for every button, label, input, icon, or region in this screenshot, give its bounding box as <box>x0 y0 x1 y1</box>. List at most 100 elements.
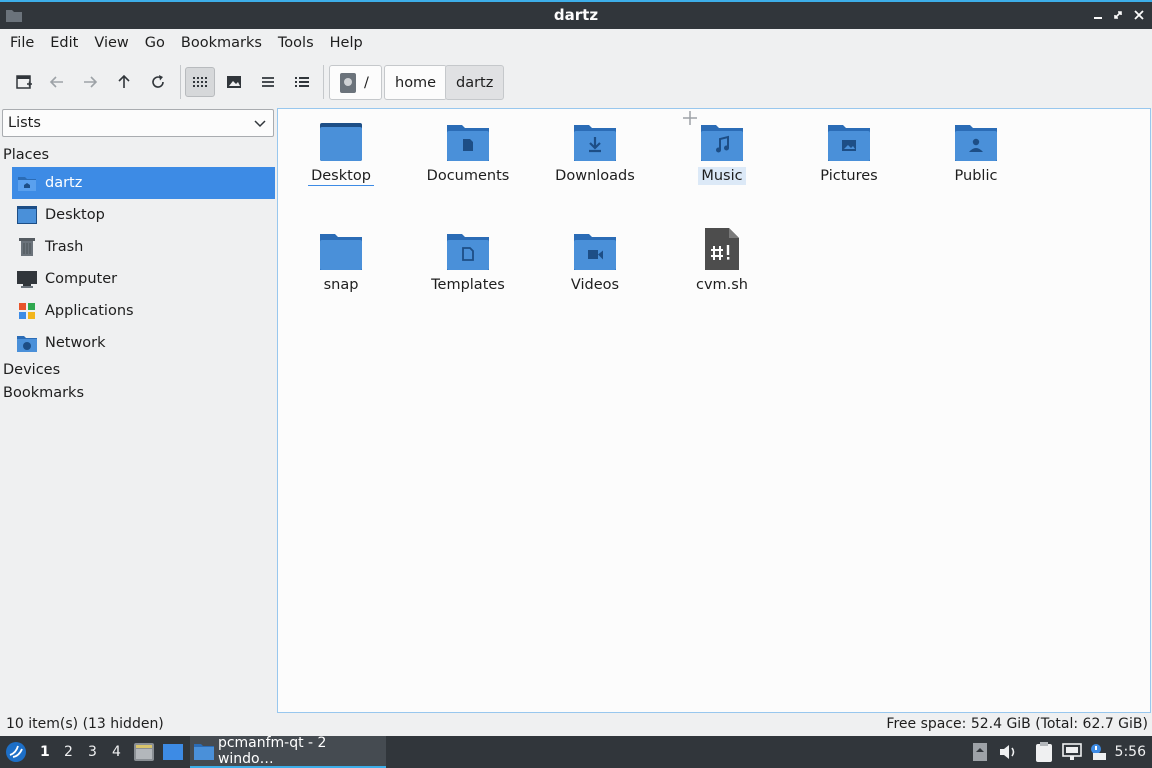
toolbar: / home dartz <box>0 57 1152 107</box>
menu-bookmarks[interactable]: Bookmarks <box>173 35 270 51</box>
menu-view[interactable]: View <box>86 35 136 51</box>
sidebar-item-dartz[interactable]: dartz <box>12 167 275 199</box>
file-item-desktop[interactable]: Desktop <box>291 109 391 189</box>
workspace-3[interactable]: 3 <box>88 744 97 760</box>
sidebar-item-trash[interactable]: Trash <box>12 231 275 263</box>
folder-downloads-icon <box>573 117 617 161</box>
file-item-snap[interactable]: snap <box>291 218 391 298</box>
breadcrumb-root[interactable]: / <box>329 65 382 100</box>
sidebar-item-network[interactable]: Network <box>12 327 275 359</box>
status-bar: 10 item(s) (13 hidden) Free space: 52.4 … <box>0 714 1152 736</box>
file-view[interactable]: Desktop Documents Downloads Music Pictur… <box>277 108 1151 713</box>
home-folder-icon <box>16 172 38 194</box>
file-item-music[interactable]: Music <box>672 109 772 189</box>
window-titlebar[interactable]: dartz <box>0 0 1152 29</box>
new-tab-button[interactable] <box>9 67 39 97</box>
taskbar: 1 2 3 4 pcmanfm-qt - 2 windo… 5:56 <box>0 735 1152 768</box>
places-header[interactable]: Places <box>3 147 49 163</box>
tray-volume[interactable] <box>998 742 1018 762</box>
file-item-videos[interactable]: Videos <box>545 218 645 298</box>
reload-button[interactable] <box>143 67 173 97</box>
breadcrumb-home[interactable]: home <box>384 65 448 100</box>
desktop-icon <box>16 204 38 226</box>
file-item-pictures[interactable]: Pictures <box>799 109 899 189</box>
window-title: dartz <box>553 6 599 24</box>
thumbnail-view-button[interactable] <box>219 67 249 97</box>
file-name: Music <box>698 167 746 185</box>
file-item-templates[interactable]: Templates <box>418 218 518 298</box>
sidebar-item-computer[interactable]: Computer <box>12 263 275 295</box>
list-view-icon <box>262 77 274 87</box>
image-view-icon <box>227 76 241 88</box>
toolbar-separator <box>323 65 324 99</box>
breadcrumb-dartz[interactable]: dartz <box>445 65 505 100</box>
menu-tools[interactable]: Tools <box>270 35 322 51</box>
devices-header[interactable]: Devices <box>3 362 60 378</box>
folder-public-icon <box>954 117 998 161</box>
file-name: Desktop <box>308 167 374 186</box>
drive-icon <box>340 72 356 93</box>
close-icon[interactable] <box>1131 7 1147 23</box>
workspace-1[interactable]: 1 <box>40 744 50 760</box>
detailed-view-button[interactable] <box>287 67 317 97</box>
workspace-2[interactable]: 2 <box>64 744 73 760</box>
tray-notification[interactable] <box>1088 742 1108 762</box>
arrow-up-icon <box>118 74 130 88</box>
file-item-downloads[interactable]: Downloads <box>545 109 645 189</box>
workspace-4[interactable]: 4 <box>112 744 121 760</box>
file-item-public[interactable]: Public <box>926 109 1026 189</box>
sidebar-item-label: Applications <box>45 303 134 319</box>
menu-go[interactable]: Go <box>137 35 173 51</box>
network-icon <box>16 332 38 354</box>
folder-pictures-icon <box>827 117 871 161</box>
back-button[interactable] <box>42 67 72 97</box>
taskbar-task-pcmanfm[interactable]: pcmanfm-qt - 2 windo… <box>190 735 386 768</box>
status-free-space: Free space: 52.4 GiB (Total: 62.7 GiB) <box>886 716 1148 732</box>
compact-view-button[interactable] <box>253 67 283 97</box>
icon-view-button[interactable] <box>185 67 215 97</box>
up-button[interactable] <box>109 67 139 97</box>
tray-clipboard[interactable] <box>1034 742 1054 762</box>
tray-network[interactable] <box>1062 742 1082 762</box>
file-name: Downloads <box>555 168 635 184</box>
forward-button[interactable] <box>75 67 105 97</box>
folder-icon <box>194 744 214 760</box>
file-item-cvm-sh[interactable]: cvm.sh <box>672 218 772 298</box>
menu-edit[interactable]: Edit <box>42 35 86 51</box>
folder-documents-icon <box>446 117 490 161</box>
menu-file[interactable]: File <box>2 35 42 51</box>
tray-storage[interactable] <box>970 742 990 762</box>
minimize-icon[interactable] <box>1090 7 1106 23</box>
trash-icon <box>16 236 38 258</box>
folder-music-icon <box>700 117 744 161</box>
folder-desktop-icon <box>319 117 363 161</box>
taskbar-clock[interactable]: 5:56 <box>1115 744 1146 760</box>
network-wired-icon <box>1062 743 1082 760</box>
computer-icon <box>16 268 38 290</box>
removable-media-icon <box>973 743 987 761</box>
sidebar-item-label: dartz <box>45 175 83 191</box>
status-item-count: 10 item(s) (13 hidden) <box>6 716 164 732</box>
sidebar-item-applications[interactable]: Applications <box>12 295 275 327</box>
menu-help[interactable]: Help <box>322 35 371 51</box>
quicklaunch-desktop[interactable] <box>163 742 183 762</box>
file-manager-icon <box>134 743 154 761</box>
file-item-documents[interactable]: Documents <box>418 109 518 189</box>
folder-videos-icon <box>573 226 617 270</box>
sidebar-item-desktop[interactable]: Desktop <box>12 199 275 231</box>
side-pane-mode-value: Lists <box>8 115 41 131</box>
file-name: Templates <box>431 277 505 293</box>
maximize-icon[interactable] <box>1110 7 1126 23</box>
grid-view-icon <box>193 77 207 87</box>
sidebar-item-label: Network <box>45 335 106 351</box>
file-name: Pictures <box>820 168 878 184</box>
applications-icon <box>16 300 38 322</box>
file-name: Public <box>954 168 998 184</box>
side-pane: Lists Places dartz Desktop Trash Compute… <box>0 107 276 714</box>
folder-templates-icon <box>446 226 490 270</box>
quicklaunch-files[interactable] <box>134 742 154 762</box>
start-menu-button[interactable] <box>5 741 27 763</box>
bookmarks-header[interactable]: Bookmarks <box>3 385 84 401</box>
side-pane-mode-select[interactable]: Lists <box>2 109 274 137</box>
notification-icon <box>1091 744 1106 760</box>
